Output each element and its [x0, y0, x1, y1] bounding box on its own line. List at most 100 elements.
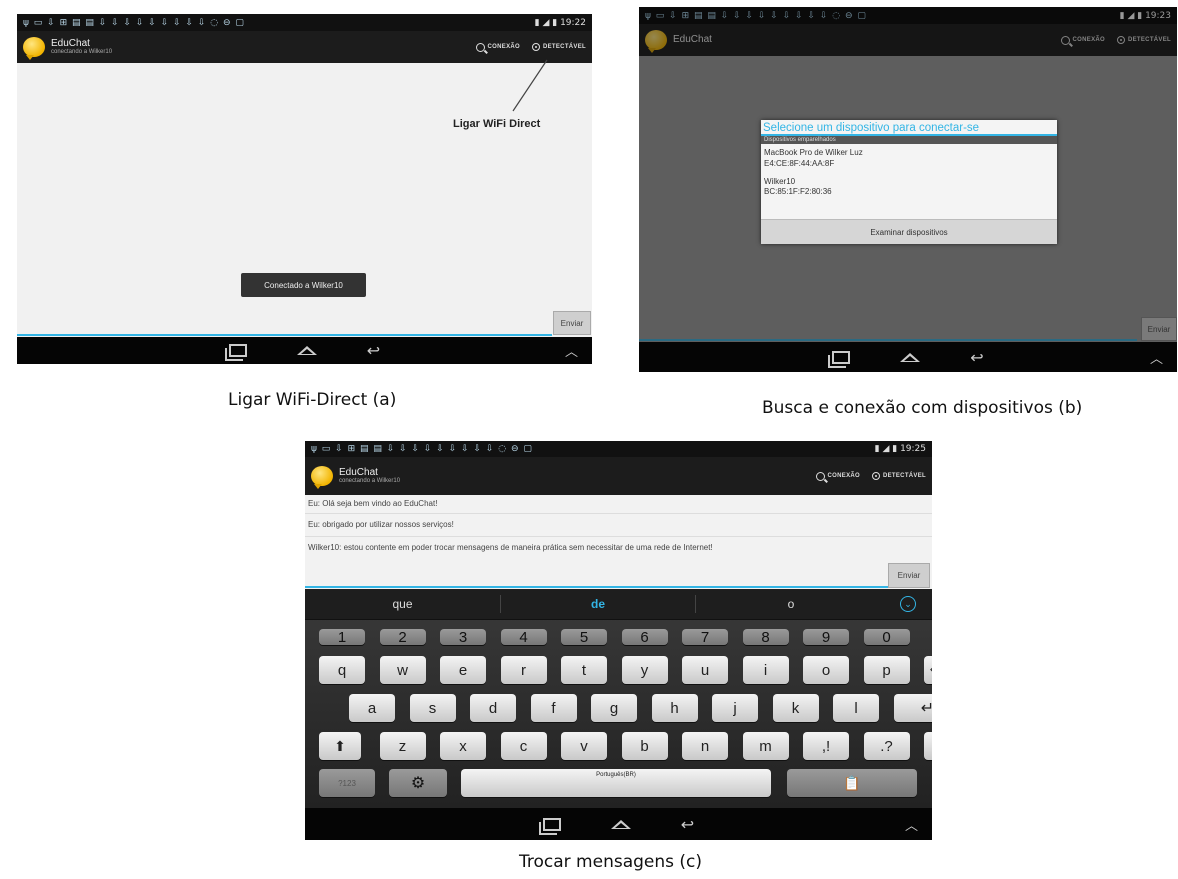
- key-punct-3[interactable]: v: [561, 732, 607, 760]
- suggestion-item[interactable]: que: [305, 597, 500, 611]
- send-button[interactable]: Enviar: [888, 563, 930, 588]
- enter-key[interactable]: ↵: [893, 694, 932, 722]
- device-item[interactable]: MacBook Pro de Wilker Luz E4:CE:8F:44:AA…: [761, 144, 1057, 173]
- caption-c: Trocar mensagens (c): [519, 852, 703, 872]
- key-1[interactable]: 1: [319, 629, 365, 646]
- key-u[interactable]: u: [682, 656, 728, 684]
- key-punct-4[interactable]: b: [621, 732, 668, 760]
- backspace-key[interactable]: ⌫: [924, 656, 932, 684]
- chevron-up-icon[interactable]: ︿: [565, 341, 578, 360]
- connect-action[interactable]: CONEXÃO: [815, 471, 860, 481]
- suggestion-bar: que de o ⌄: [305, 589, 932, 620]
- key-t[interactable]: t: [561, 656, 607, 684]
- dialog-title: Selecione um dispositivo para conectar-s…: [761, 120, 1057, 136]
- screenshot-a: ψ ▭ ⇩ ⊞ ▤ ▤ ⇩ ⇩ ⇩ ⇩ ⇩ ⇩ ⇩ ⇩ ⇩ ◌ ⊖ ▢ ▮ ◢ …: [17, 14, 592, 364]
- clock: 19:23: [1145, 10, 1171, 21]
- status-bar: ψ ▭ ⇩ ⊞ ▤ ▤ ⇩ ⇩ ⇩ ⇩ ⇩ ⇩ ⇩ ⇩ ⇩ ◌ ⊖ ▢ ▮ ◢ …: [305, 441, 932, 457]
- key-q[interactable]: q: [319, 656, 365, 684]
- home-icon[interactable]: [900, 352, 921, 362]
- educhat-logo-icon: [645, 30, 667, 53]
- screenshot-c: ψ ▭ ⇩ ⊞ ▤ ▤ ⇩ ⇩ ⇩ ⇩ ⇩ ⇩ ⇩ ⇩ ⇩ ◌ ⊖ ▢ ▮ ◢ …: [305, 441, 932, 840]
- key-punct-1[interactable]: x: [440, 732, 486, 760]
- device-dialog: Selecione um dispositivo para conectar-s…: [761, 120, 1057, 244]
- key-0[interactable]: 0: [863, 629, 910, 646]
- key-7[interactable]: 7: [682, 629, 728, 646]
- recent-apps-icon[interactable]: [832, 350, 851, 364]
- key-2[interactable]: 2: [379, 629, 426, 646]
- shift-key[interactable]: ⬆: [924, 732, 932, 760]
- send-button[interactable]: Enviar: [553, 311, 591, 335]
- navigation-bar: ↩ ︿: [17, 337, 592, 364]
- annotation-arrow: [512, 59, 548, 112]
- discoverable-action[interactable]: DETECTÁVEL: [1116, 36, 1171, 44]
- message-list: Eu: Olá seja bem vindo ao EduChat! Eu: o…: [305, 495, 932, 559]
- input-underline: [305, 586, 888, 588]
- key-5[interactable]: 5: [561, 629, 607, 646]
- keyboard: que de o ⌄ 1234567890qwertyuiop⌫asdfghjk…: [305, 589, 932, 808]
- key-p[interactable]: p: [863, 656, 910, 684]
- key-k[interactable]: k: [772, 694, 819, 722]
- space-key[interactable]: Português(BR): [461, 769, 771, 797]
- discoverable-action[interactable]: DETECTÁVEL: [871, 472, 926, 480]
- back-icon[interactable]: ↩: [681, 815, 694, 834]
- annotation-label: Ligar WiFi Direct: [453, 118, 541, 130]
- connect-action[interactable]: CONEXÃO: [1060, 35, 1105, 45]
- scan-devices-button[interactable]: Examinar dispositivos: [761, 219, 1057, 244]
- key-i[interactable]: i: [742, 656, 789, 684]
- discoverable-icon: [1116, 36, 1125, 44]
- suggestion-item[interactable]: de: [501, 597, 695, 611]
- key-4[interactable]: 4: [500, 629, 547, 646]
- device-address: E4:CE:8F:44:AA:8F: [764, 158, 835, 168]
- back-icon[interactable]: ↩: [970, 348, 983, 367]
- home-icon[interactable]: [610, 819, 631, 829]
- key-r[interactable]: r: [500, 656, 547, 684]
- caption-a: Ligar WiFi-Direct (a): [228, 390, 397, 410]
- symbols-key[interactable]: ?123: [319, 769, 375, 797]
- screenshot-b: ψ ▭ ⇩ ⊞ ▤ ▤ ⇩ ⇩ ⇩ ⇩ ⇩ ⇩ ⇩ ⇩ ⇩ ◌ ⊖ ▢ ▮ ◢ …: [639, 7, 1177, 372]
- suggestion-item[interactable]: o: [696, 597, 886, 611]
- message-item: Eu: obrigado por utilizar nossos serviço…: [305, 514, 932, 537]
- key-punct-0[interactable]: z: [379, 732, 426, 760]
- chevron-up-icon[interactable]: ︿: [905, 815, 918, 834]
- key-f[interactable]: f: [530, 694, 577, 722]
- home-icon[interactable]: [296, 346, 317, 355]
- key-h[interactable]: h: [651, 694, 698, 722]
- device-address: BC:85:1F:F2:80:36: [764, 187, 832, 197]
- recent-apps-icon[interactable]: [542, 817, 561, 831]
- input-underline: [639, 339, 1137, 341]
- key-s[interactable]: s: [409, 694, 456, 722]
- key-punct-6[interactable]: m: [742, 732, 789, 760]
- search-icon: [815, 471, 825, 481]
- key-8[interactable]: 8: [742, 629, 789, 646]
- key-j[interactable]: j: [712, 694, 758, 722]
- device-item[interactable]: Wilker10 BC:85:1F:F2:80:36: [761, 173, 1057, 202]
- input-underline: [17, 334, 552, 336]
- toast-message: Conectado a Wilker10: [241, 273, 366, 297]
- key-punct-8[interactable]: .?: [863, 732, 910, 760]
- back-icon[interactable]: ↩: [367, 341, 380, 360]
- clipboard-icon[interactable]: 📋: [787, 769, 917, 797]
- send-button[interactable]: Enviar: [1141, 317, 1177, 341]
- key-w[interactable]: w: [379, 656, 426, 684]
- key-o[interactable]: o: [803, 656, 849, 684]
- key-6[interactable]: 6: [621, 629, 668, 646]
- shift-key[interactable]: ⬆: [319, 732, 361, 760]
- status-right: ▮ ◢ ▮ 19:25: [874, 444, 926, 454]
- key-9[interactable]: 9: [803, 629, 849, 646]
- key-punct-7[interactable]: ,!: [803, 732, 849, 760]
- key-g[interactable]: g: [591, 694, 637, 722]
- notification-icons: ψ ▭ ⇩ ⊞ ▤ ▤ ⇩ ⇩ ⇩ ⇩ ⇩ ⇩ ⇩ ⇩ ⇩ ◌ ⊖ ▢: [645, 10, 867, 21]
- key-l[interactable]: l: [833, 694, 879, 722]
- key-y[interactable]: y: [621, 656, 668, 684]
- key-e[interactable]: e: [440, 656, 486, 684]
- key-a[interactable]: a: [349, 694, 395, 722]
- collapse-suggestions-icon[interactable]: ⌄: [900, 596, 916, 612]
- settings-gear-icon[interactable]: ⚙: [389, 769, 447, 797]
- key-3[interactable]: 3: [440, 629, 486, 646]
- key-punct-5[interactable]: n: [682, 732, 728, 760]
- key-punct-2[interactable]: c: [500, 732, 547, 760]
- key-d[interactable]: d: [470, 694, 516, 722]
- app-title: EduChat: [673, 33, 712, 45]
- chevron-up-icon[interactable]: ︿: [1150, 348, 1163, 367]
- recent-apps-icon[interactable]: [228, 344, 247, 357]
